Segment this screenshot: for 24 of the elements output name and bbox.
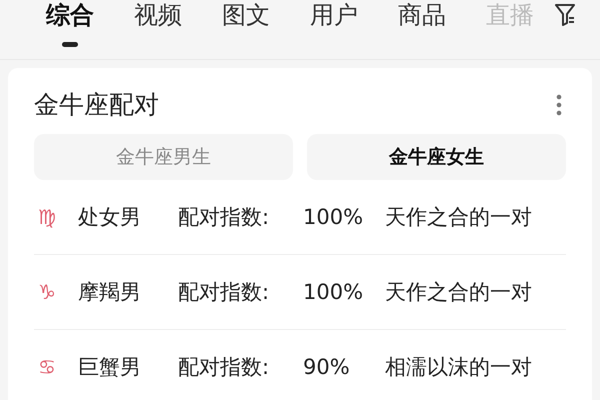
toggle-button[interactable]: 金牛座女生 (307, 134, 566, 180)
sign-name: 摩羯男 (78, 279, 142, 306)
index-label: 配对指数: (178, 204, 270, 231)
match-description: 相濡以沫的一对 (385, 354, 532, 381)
tab[interactable]: 视频 (134, 0, 182, 50)
filter-icon[interactable] (554, 4, 576, 26)
index-value: 100% (303, 205, 364, 229)
tab[interactable]: 商品 (398, 0, 446, 50)
index-value: 100% (303, 280, 364, 304)
match-description: 天作之合的一对 (385, 204, 532, 231)
sign-name: 巨蟹男 (78, 354, 142, 381)
sign-name: 处女男 (78, 204, 142, 231)
card-title: 金牛座配对 (34, 89, 159, 121)
zodiac-icon: ♋ (34, 355, 78, 379)
more-icon[interactable] (556, 94, 562, 116)
zodiac-icon: ♑ (34, 280, 78, 304)
tab[interactable]: 用户 (310, 0, 358, 50)
tab[interactable]: 图文 (222, 0, 270, 50)
index-label: 配对指数: (178, 279, 270, 306)
index-value: 90% (303, 355, 351, 379)
match-description: 天作之合的一对 (385, 279, 532, 306)
index-label: 配对指数: (178, 354, 270, 381)
tab[interactable]: 综合 (46, 0, 94, 50)
zodiac-icon: ♍ (34, 205, 78, 229)
